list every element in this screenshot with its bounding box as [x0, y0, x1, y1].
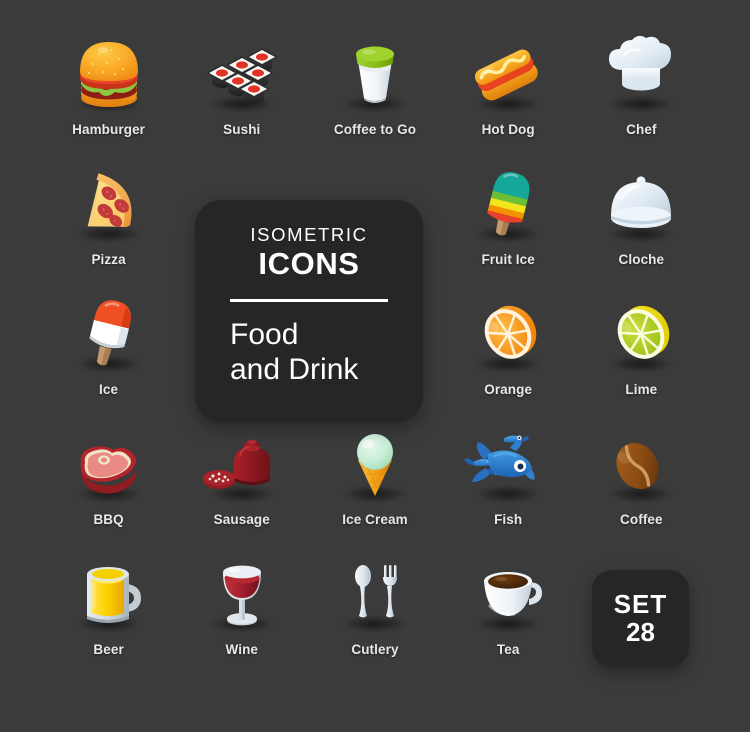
coffee-bean-art [591, 418, 691, 510]
wine-glass-icon [192, 548, 292, 640]
icon-label: Cutlery [351, 642, 399, 657]
icon-label: Ice [99, 382, 119, 397]
icon-label: Pizza [91, 252, 126, 267]
set-card-number: 28 [626, 616, 655, 647]
tea-cup-icon [458, 548, 558, 640]
coffee-to-go-art [325, 28, 425, 120]
lime-art [591, 288, 691, 380]
lime-icon [591, 288, 691, 380]
wine-glass-art [192, 548, 292, 640]
beer-mug-art [59, 548, 159, 640]
icon-label: BBQ [93, 512, 124, 527]
sushi-art [192, 28, 292, 120]
ice-cream-art [325, 418, 425, 510]
icon-label: Coffee [620, 512, 663, 527]
fish-art [458, 418, 558, 510]
icon-label: Hot Dog [481, 122, 535, 137]
cutlery-art [325, 548, 425, 640]
beer-mug-icon [59, 548, 159, 640]
orange-art [458, 288, 558, 380]
orange-icon [458, 288, 558, 380]
title-card-subtitle-line-1: Food [230, 318, 299, 352]
fish-icon [458, 418, 558, 510]
title-card-kicker: ISOMETRIC [250, 224, 368, 245]
fruit-ice-icon [458, 158, 558, 250]
icon-cell-ice-cream[interactable]: Ice Cream [308, 418, 441, 548]
coffee-bean-icon [591, 418, 691, 510]
icon-cell-lime[interactable]: Lime [575, 288, 708, 418]
hot-dog-art [458, 28, 558, 120]
icon-cell-beer[interactable]: Beer [42, 548, 175, 678]
sausage-art [192, 418, 292, 510]
icon-cell-coffee[interactable]: Coffee [575, 418, 708, 548]
pizza-icon [59, 158, 159, 250]
title-card-heading: ICONS [258, 245, 360, 281]
bbq-steak-icon [59, 418, 159, 510]
icon-label: Lime [625, 382, 658, 397]
icon-cell-sausage[interactable]: Sausage [175, 418, 308, 548]
icon-label: Beer [93, 642, 124, 657]
icon-label: Sushi [223, 122, 261, 137]
hot-dog-icon [458, 28, 558, 120]
icon-label: Fish [494, 512, 523, 527]
icon-label: Hamburger [72, 122, 146, 137]
coffee-to-go-icon [325, 28, 425, 120]
icon-cell-cutlery[interactable]: Cutlery [308, 548, 441, 678]
cutlery-icon [325, 548, 425, 640]
icon-label: Tea [496, 642, 520, 657]
icon-label: Wine [225, 642, 259, 657]
sausage-icon [192, 418, 292, 510]
icon-cell-bbq[interactable]: BBQ [42, 418, 175, 548]
icon-cell-orange[interactable]: Orange [442, 288, 575, 418]
icon-label: Coffee to Go [333, 122, 417, 137]
ice-lolly-art [59, 288, 159, 380]
fruit-ice-art [458, 158, 558, 250]
icon-cell-tea[interactable]: Tea [442, 548, 575, 678]
icon-label: Fruit Ice [481, 252, 535, 267]
icon-label: Cloche [618, 252, 665, 267]
set-card: SET 28 [592, 570, 689, 667]
cloche-icon [591, 158, 691, 250]
title-card-subtitle: Food and Drink [230, 318, 388, 388]
hamburger-icon [59, 28, 159, 120]
title-card: ISOMETRIC ICONS Food and Drink [195, 200, 423, 422]
icon-cell-sushi[interactable]: Sushi [175, 28, 308, 158]
bbq-steak-art [59, 418, 159, 510]
icon-label: Sausage [213, 512, 270, 527]
icon-cell-hamburger[interactable]: Hamburger [42, 28, 175, 158]
pizza-art [59, 158, 159, 250]
cloche-art [591, 158, 691, 250]
icon-cell-pizza[interactable]: Pizza [42, 158, 175, 288]
title-card-subtitle-line-2: and Drink [230, 352, 359, 386]
icon-cell-wine[interactable]: Wine [175, 548, 308, 678]
title-card-divider [230, 299, 388, 303]
icon-cell-coffee-to-go[interactable]: Coffee to Go [308, 28, 441, 158]
icon-cell-fish[interactable]: Fish [442, 418, 575, 548]
icon-cell-ice[interactable]: Ice [42, 288, 175, 418]
icon-label: Chef [626, 122, 657, 137]
icon-set-sheet: Hamburger Sushi Coffee to Go Hot Dog Che… [0, 0, 750, 732]
icon-label: Ice Cream [342, 512, 408, 527]
icon-cell-hot-dog[interactable]: Hot Dog [442, 28, 575, 158]
chef-hat-art [591, 28, 691, 120]
hamburger-art [59, 28, 159, 120]
set-card-word: SET [613, 588, 668, 619]
icon-label: Orange [484, 382, 533, 397]
tea-art [458, 548, 558, 640]
icon-cell-fruit-ice[interactable]: Fruit Ice [442, 158, 575, 288]
chef-hat-icon [591, 28, 691, 120]
ice-cream-icon [325, 418, 425, 510]
sushi-icon [192, 28, 292, 120]
ice-lolly-icon [59, 288, 159, 380]
icon-cell-chef[interactable]: Chef [575, 28, 708, 158]
icon-cell-cloche[interactable]: Cloche [575, 158, 708, 288]
